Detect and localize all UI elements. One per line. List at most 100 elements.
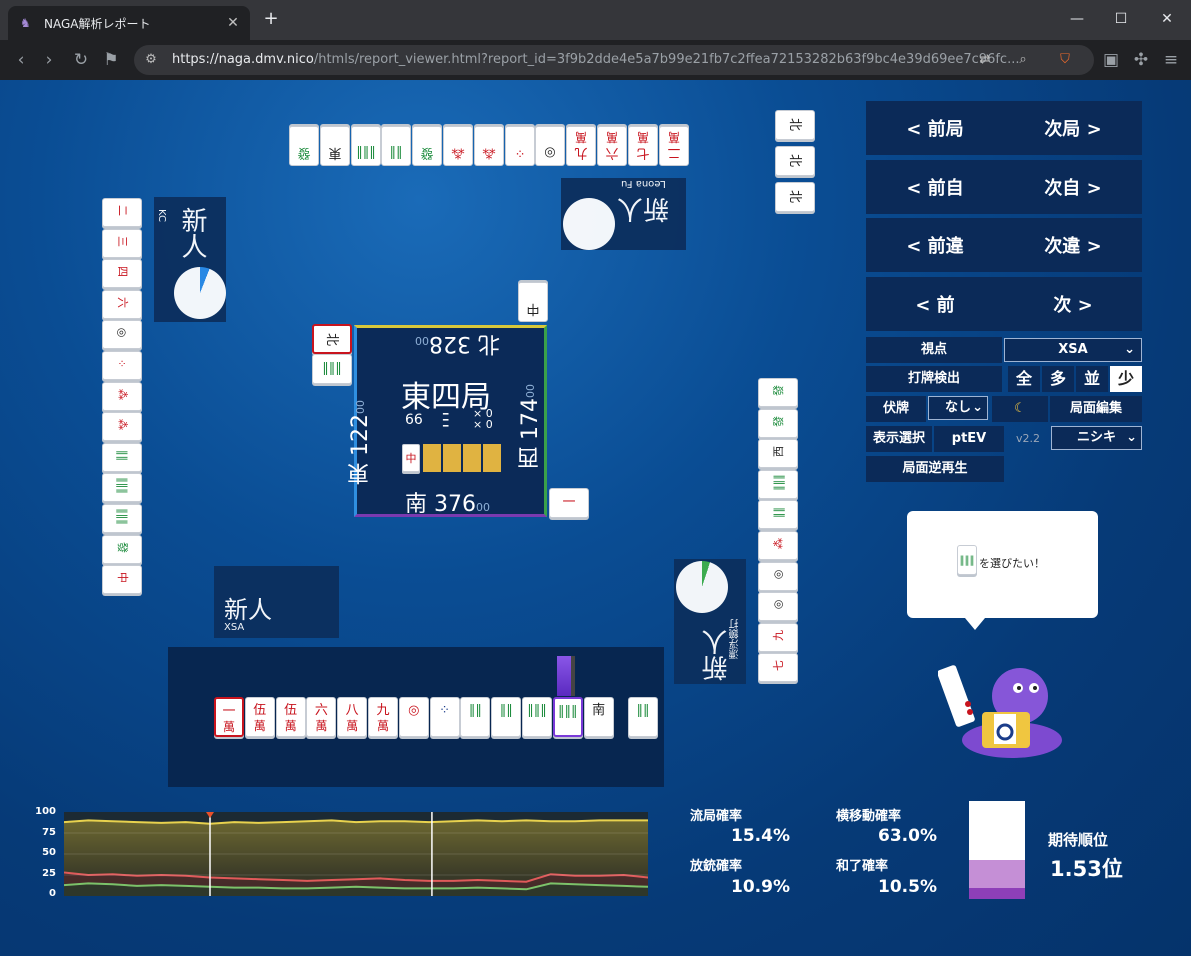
reverse-replay-button[interactable]: 局面逆再生 [866, 456, 1004, 482]
right-discard-tile: 九萬 [758, 622, 798, 652]
top-kita-tile: 中 [518, 282, 548, 322]
edit-button[interactable]: 局面編集 [1050, 396, 1142, 422]
top-discard-tile: 六萬 [597, 126, 627, 166]
translate-icon[interactable]: ⇄ [976, 51, 994, 69]
next-round-button[interactable]: 次局 > [1044, 115, 1101, 141]
close-window-button[interactable]: ✕ [1152, 6, 1182, 32]
riichi-counter: × 0 [473, 418, 493, 431]
hand-tile[interactable]: 九萬 [368, 697, 398, 737]
next-self-button[interactable]: 次自 > [1044, 174, 1101, 200]
north-meld-tile: 北 [775, 146, 815, 176]
display-label: 表示選択 [866, 426, 932, 452]
north-meld-tile: 北 [775, 110, 815, 140]
right-discard-tile: ◎ [758, 561, 798, 591]
hand-tile[interactable]: ‖‖ [491, 697, 522, 737]
detect-option-2[interactable]: 並 [1076, 366, 1108, 392]
hand-tile[interactable]: 六萬 [306, 697, 337, 737]
detect-option-3[interactable]: 少 [1110, 366, 1142, 392]
ptev-button[interactable]: ptEV [934, 426, 1004, 452]
speech-tail [965, 618, 985, 630]
west-score: 西 17400 [518, 384, 543, 469]
prev-round-button[interactable]: < 前局 [906, 115, 963, 141]
top-discard-tile: ⁂ [443, 126, 473, 166]
hand-tile[interactable]: 八萬 [337, 697, 368, 737]
self-player-panel: 新人 XSA [214, 566, 339, 638]
hand-tile[interactable]: ‖‖‖ [552, 697, 583, 737]
back-icon[interactable]: ‹ [10, 49, 32, 71]
prev-self-button[interactable]: < 前自 [906, 174, 963, 200]
bookmark-icon[interactable]: ⚑ [100, 49, 122, 71]
top-player-pie [563, 198, 615, 250]
hora-label: 和了確率 [836, 859, 889, 874]
expected-value: 1.53位 [1050, 857, 1123, 881]
report-viewer: 新人 Leona Fu 新人 KC 新人 漂浮鏡打 北 32800 東 1220… [0, 80, 1191, 956]
maximize-button[interactable]: ☐ [1106, 6, 1136, 32]
reader-icon[interactable]: ▣ [1100, 49, 1122, 71]
left-kita-tile: 北 [312, 324, 352, 354]
fuku-select[interactable]: なし ⌄ [928, 396, 988, 420]
hand-tile[interactable]: 伍萬 [244, 697, 275, 737]
speech-bubble: ‖‖‖ を選びたい！ [907, 511, 1098, 630]
hand-tile[interactable]: 一萬 [214, 697, 244, 737]
brave-shield-icon[interactable]: ⛉ [1056, 51, 1074, 69]
tab-title: NAGA解析レポート [44, 16, 151, 31]
top-discard-tile: ⁂ [473, 126, 504, 166]
hand-tile[interactable]: ◎ [398, 697, 429, 737]
hand-tile[interactable]: ⁘ [429, 697, 460, 737]
detect-label: 打牌検出 [866, 366, 1002, 392]
right-discard-tile: ‖‖ [758, 500, 798, 530]
address-bar[interactable]: ⚙ https://naga.dmv.nico/htmls/report_vie… [134, 45, 1094, 75]
close-tab-icon[interactable]: ✕ [224, 14, 242, 32]
ryukyoku-label: 流局確率 [690, 809, 743, 824]
recommended-tile: ‖‖‖ [957, 545, 977, 575]
right-discard-tile: 七萬 [758, 653, 798, 683]
forward-icon[interactable]: › [38, 49, 60, 71]
prev-button[interactable]: < 前 [915, 291, 954, 317]
top-discard-tile: 二萬 [658, 126, 689, 166]
reload-icon[interactable]: ↻ [70, 49, 92, 71]
model-select[interactable]: ニシキ ⌄ [1051, 426, 1142, 450]
chevron-down-icon: ⌄ [972, 400, 983, 415]
hand-tile[interactable]: 南 [583, 697, 614, 737]
yoko-value: 63.0% [878, 826, 937, 846]
zoom-icon[interactable]: ⌕ [1014, 51, 1032, 69]
hand-tile[interactable]: 伍萬 [275, 697, 306, 737]
right-discard-tile: ‖‖‖ [758, 469, 798, 499]
ev-bar-2 [571, 656, 575, 696]
left-discard-tile: 四萬 [102, 259, 142, 289]
hand-tile[interactable]: ‖‖ [460, 697, 491, 737]
fuku-label: 伏牌 [866, 396, 926, 422]
menu-icon[interactable]: ≡ [1160, 49, 1182, 71]
right-player-pie [676, 561, 728, 613]
left-discard-tile: ‖‖‖ [102, 504, 142, 533]
new-tab-button[interactable]: + [260, 8, 282, 30]
counters: × 0 × 0 [473, 408, 493, 430]
top-discard-tile: 七萬 [627, 126, 658, 166]
extensions-icon[interactable]: ✣ [1130, 49, 1152, 71]
viewpoint-label: 視点 [866, 337, 1002, 363]
detect-option-1[interactable]: 多 [1042, 366, 1074, 392]
detect-option-0[interactable]: 全 [1008, 366, 1040, 392]
version-label: v2.2 [1015, 432, 1040, 445]
wall-count: 66 [405, 412, 423, 428]
top-discard-tile: ⁘ [504, 126, 535, 166]
detect-options: 全多並少 [1006, 366, 1142, 392]
drawn-tile[interactable]: ‖‖ [628, 697, 658, 737]
y-tick-label: 0 [49, 888, 56, 899]
hand-tile[interactable]: ‖‖‖ [522, 697, 552, 737]
top-discard-tile: 發 [412, 126, 443, 166]
viewpoint-select[interactable]: XSA ⌄ [1004, 338, 1142, 362]
expected-label: 期待順位 [1048, 831, 1109, 849]
minimize-button[interactable]: — [1062, 6, 1092, 32]
next-diff-button[interactable]: 次違 > [1044, 232, 1101, 258]
top-discard-tile: 發 [289, 126, 319, 166]
browser-tab[interactable]: ♞ NAGA解析レポート ✕ [8, 6, 250, 40]
site-settings-icon[interactable]: ⚙ [142, 51, 160, 69]
dead-wall [423, 444, 501, 472]
next-button[interactable]: 次 > [1053, 291, 1092, 317]
left-discard-tile: ◎ [102, 320, 142, 350]
prev-diff-button[interactable]: < 前違 [906, 232, 963, 258]
ev-bar-1 [557, 656, 571, 696]
moon-icon[interactable]: ☾ [992, 396, 1048, 422]
self-nav: < 前自 次自 > [866, 160, 1142, 214]
